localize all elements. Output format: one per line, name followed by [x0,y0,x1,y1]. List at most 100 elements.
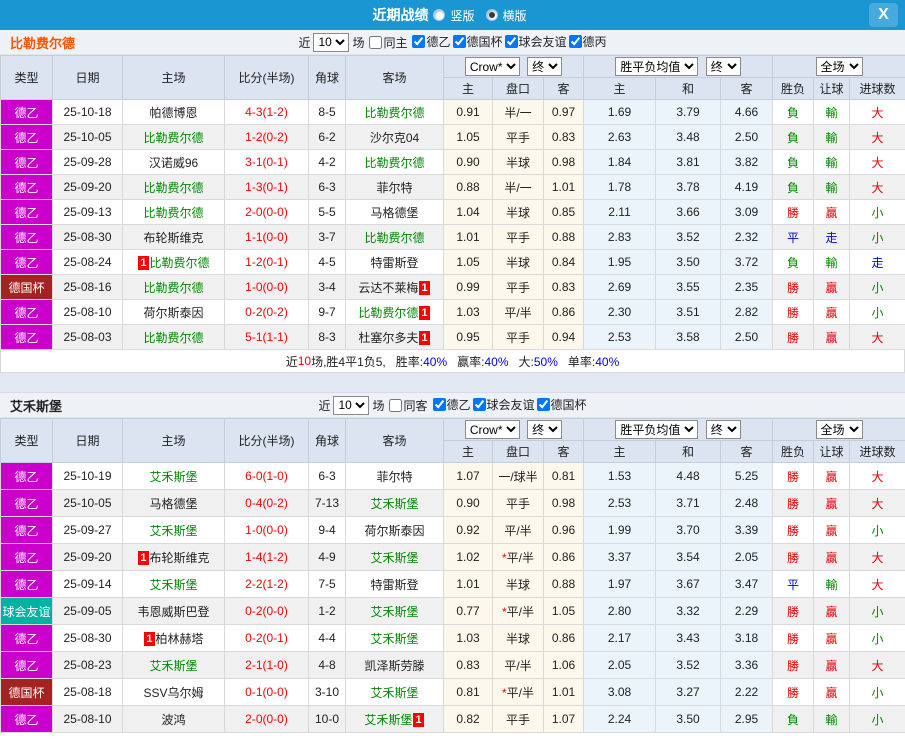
mean-win-cell: 2.11 [584,200,656,225]
corner-cell: 9-4 [309,517,346,544]
vertical-layout-label[interactable]: 竖版 [450,7,474,24]
same-home-filter[interactable]: 同主 [369,34,407,51]
away-team-cell: 艾禾斯堡 [346,490,444,517]
score-cell: 4-3(1-2) [225,100,309,125]
mean-draw-cell: 3.58 [656,325,721,350]
horizontal-layout-label[interactable]: 横版 [503,7,527,24]
result-cell: 勝 [773,300,814,325]
mean-win-cell: 2.83 [584,225,656,250]
fullmatch-select[interactable]: 全场 [816,57,863,76]
mean-final-select[interactable]: 终 [706,57,741,76]
odds-final-select[interactable]: 终 [527,57,562,76]
handicap-cell: 平手 [493,125,544,150]
match-row: 德乙25-09-28汉诺威963-1(0-1)4-2比勒费尔德0.90半球0.9… [1,150,905,175]
away-team-cell: 艾禾斯堡 [346,598,444,625]
handicap-cell: 平/半 [493,300,544,325]
league-filter[interactable]: 球会友谊 [473,396,535,413]
mean-lose-cell: 3.39 [721,517,773,544]
league-filter[interactable]: 德丙 [569,33,607,50]
team-name-text: 荷尔斯泰因 [143,306,203,320]
mean-lose-cell: 2.82 [721,300,773,325]
mean-group-header: 胜平负均值 终 [584,56,773,78]
team-name-text: 艾禾斯堡 [370,632,418,646]
rank-badge: 1 [144,632,154,646]
team-name-text: 艾禾斯堡 [370,686,418,700]
league-checkbox[interactable] [433,398,446,411]
odds-home-cell: 1.03 [444,300,493,325]
handicap-cell: *平/半 [493,598,544,625]
odds-home-cell: 0.90 [444,150,493,175]
near-label: 近 [318,397,330,414]
odds-away-cell: 1.07 [544,706,584,733]
odds-home-cell: 0.88 [444,175,493,200]
odds-source-select[interactable]: Crow* [465,420,520,439]
odds-final-select[interactable]: 终 [527,420,562,439]
score-cell: 0-2(0-2) [225,300,309,325]
odds-source-select[interactable]: Crow* [465,57,520,76]
league-filter[interactable]: 德国杯 [537,396,587,413]
odds-home-cell: 0.81 [444,679,493,706]
same-away-filter[interactable]: 同客 [389,397,427,414]
mean-win-cell: 1.97 [584,571,656,598]
col-type: 类型 [1,56,53,100]
league-filter[interactable]: 球会友谊 [505,33,567,50]
vertical-layout-radio[interactable] [433,9,445,21]
score-cell: 0-4(0-2) [225,490,309,517]
home-team-cell: 比勒费尔德 [123,125,225,150]
team-name-text: 特雷斯登 [370,578,418,592]
mean-final-select[interactable]: 终 [706,420,741,439]
away-team-cell: 杜塞尔多夫1 [346,325,444,350]
col-score: 比分(半场) [225,419,309,463]
odds-home-cell: 1.01 [444,571,493,598]
league-checkbox[interactable] [473,398,486,411]
score-cell: 5-1(1-1) [225,325,309,350]
league-checkbox[interactable] [453,35,466,48]
mean-draw-cell: 3.32 [656,598,721,625]
goals-result-cell: 小 [850,625,905,652]
mean-select[interactable]: 胜平负均值 [615,57,698,76]
away-team-cell: 菲尔特 [346,463,444,490]
team-name-text: 马格德堡 [149,497,197,511]
score-cell: 0-2(0-1) [225,625,309,652]
result-cell: 負 [773,125,814,150]
match-count-select[interactable]: 10 [333,396,369,415]
mean-win-cell: 2.63 [584,125,656,150]
home-team-cell: 比勒费尔德 [123,175,225,200]
score-cell: 1-4(1-2) [225,544,309,571]
team-name-text: SSV乌尔姆 [143,686,203,700]
odds-away-cell: 0.83 [544,275,584,300]
date-cell: 25-10-18 [53,100,123,125]
league-checkbox[interactable] [505,35,518,48]
mean-lose-cell: 2.50 [721,125,773,150]
handicap-cell: 平手 [493,275,544,300]
mean-select[interactable]: 胜平负均值 [615,420,698,439]
league-checkbox[interactable] [537,398,550,411]
result-cell: 平 [773,571,814,598]
mean-lose-cell: 2.05 [721,544,773,571]
horizontal-layout-radio[interactable] [486,9,498,21]
score-cell: 1-3(0-1) [225,175,309,200]
fullmatch-select[interactable]: 全场 [816,420,863,439]
league-checkbox[interactable] [569,35,582,48]
same-home-checkbox[interactable] [369,36,382,49]
result-cell: 平 [773,225,814,250]
league-checkbox[interactable] [412,35,425,48]
handicap-cell: 平手 [493,225,544,250]
mean-lose-cell: 4.66 [721,100,773,125]
team-name-text: 比勒费尔德 [143,131,203,145]
same-away-checkbox[interactable] [389,399,402,412]
league-filter[interactable]: 德乙 [433,396,471,413]
match-count-select[interactable]: 10 [313,33,349,52]
league-filter[interactable]: 德乙 [412,33,450,50]
goals-result-cell: 大 [850,544,905,571]
match-row: 德乙25-09-201布轮斯维克1-4(1-2)4-9艾禾斯堡1.02*平/半0… [1,544,905,571]
handicap-result-cell: 贏 [814,463,850,490]
team-name-text: 比勒费尔德 [364,106,424,120]
league-filter[interactable]: 德国杯 [453,33,503,50]
home-team-cell: 1柏林赫塔 [123,625,225,652]
close-button[interactable]: X [869,3,898,27]
games-label: 场 [372,397,384,414]
team2-results-table: 类型 日期 主场 比分(半场) 角球 客场 Crow* 终 胜平负均值 终 全场… [0,418,905,733]
result-cell: 勝 [773,679,814,706]
score-cell: 0-1(0-0) [225,679,309,706]
